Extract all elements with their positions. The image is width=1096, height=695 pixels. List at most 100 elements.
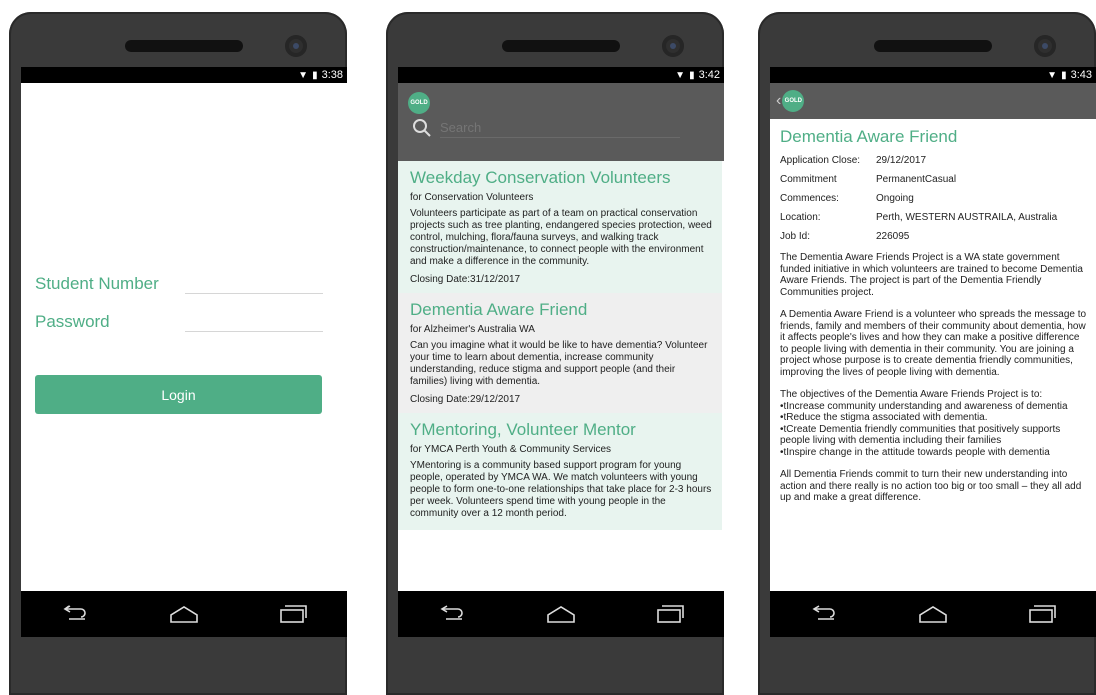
- status-time: 3:38: [321, 69, 343, 81]
- recents-nav-button[interactable]: [263, 599, 323, 629]
- listing-description: Volunteers participate as part of a team…: [410, 208, 712, 267]
- back-nav-button[interactable]: [45, 599, 105, 629]
- field-label: Commences:: [780, 193, 839, 204]
- app-bar: ‹ GOLD: [770, 83, 1096, 119]
- listing-description: Can you imagine what it would be like to…: [410, 340, 708, 387]
- system-nav-bar: [21, 591, 347, 637]
- detail-paragraph: A Dementia Aware Friend is a volunteer w…: [780, 309, 1087, 378]
- app-bar: GOLD: [398, 83, 724, 161]
- listing-org: for YMCA Perth Youth & Community Service…: [410, 444, 612, 455]
- field-value: 29/12/2017: [876, 155, 927, 166]
- objective-bullet: •tCreate Dementia friendly communities t…: [780, 423, 1061, 447]
- search-input[interactable]: [440, 118, 680, 138]
- password-label: Password: [35, 312, 110, 331]
- wifi-icon: ▼: [675, 69, 686, 81]
- phone-listing: ▼ ▮ 3:42 GOLD Weekday Conservation Volun…: [386, 12, 724, 695]
- field-value: 226095: [876, 231, 910, 242]
- status-bar: ▼ ▮ 3:38: [21, 67, 347, 83]
- back-nav-button[interactable]: [794, 599, 854, 629]
- recents-nav-button[interactable]: [640, 599, 700, 629]
- system-nav-bar: [770, 591, 1096, 637]
- back-arrow-icon: [63, 605, 87, 620]
- detail-screen: ▼ ▮ 3:43 ‹ GOLD Dementia Aware Friend Ap…: [770, 67, 1096, 594]
- field-label: Application Close:: [780, 155, 861, 166]
- back-arrow-icon: [812, 605, 836, 620]
- camera-icon: [662, 35, 684, 57]
- list-item[interactable]: YMentoring, Volunteer Mentor for YMCA Pe…: [398, 413, 722, 530]
- system-nav-bar: [398, 591, 724, 637]
- student-number-input[interactable]: [185, 273, 323, 294]
- login-button[interactable]: Login: [35, 375, 322, 414]
- detail-field: Location: Perth, WESTERN AUSTRAILA, Aust…: [780, 208, 1090, 227]
- battery-icon: ▮: [689, 69, 695, 81]
- recents-icon: [1028, 605, 1056, 623]
- detail-content: Dementia Aware Friend Application Close:…: [770, 119, 1096, 504]
- list-item[interactable]: Dementia Aware Friend for Alzheimer's Au…: [398, 293, 722, 413]
- recents-icon: [656, 605, 684, 623]
- app-logo[interactable]: GOLD: [782, 90, 805, 112]
- camera-icon: [1034, 35, 1056, 57]
- status-bar: ▼ ▮ 3:42: [398, 67, 724, 83]
- login-screen: ▼ ▮ 3:38 Student Number Password Login: [21, 67, 347, 594]
- listing-description: YMentoring is a community based support …: [410, 460, 712, 519]
- detail-paragraph: The Dementia Aware Friends Project is a …: [780, 252, 1083, 298]
- student-number-label: Student Number: [35, 274, 159, 293]
- field-value: Ongoing: [876, 193, 914, 204]
- student-number-row: Student Number: [35, 273, 323, 294]
- list-item[interactable]: Weekday Conservation Volunteers for Cons…: [398, 161, 722, 293]
- field-label: Commitment: [780, 174, 837, 185]
- detail-field: Commences: Ongoing: [780, 189, 1090, 208]
- phone-speaker: [502, 40, 620, 52]
- listing-org: for Conservation Volunteers: [410, 192, 534, 203]
- camera-icon: [285, 35, 307, 57]
- detail-field: Job Id: 226095: [780, 227, 1090, 246]
- back-arrow-icon: [440, 605, 464, 620]
- phone-speaker: [125, 40, 243, 52]
- search-icon[interactable]: [412, 118, 432, 138]
- objectives-intro: The objectives of the Dementia Aware Fri…: [780, 389, 1043, 400]
- recents-nav-button[interactable]: [1012, 599, 1072, 629]
- field-value: PermanentCasual: [876, 174, 957, 185]
- home-nav-button[interactable]: [531, 599, 591, 629]
- phone-detail: ▼ ▮ 3:43 ‹ GOLD Dementia Aware Friend Ap…: [758, 12, 1096, 695]
- status-time: 3:42: [698, 69, 720, 81]
- battery-icon: ▮: [1061, 69, 1067, 81]
- app-logo: GOLD: [408, 92, 430, 114]
- listing-screen: ▼ ▮ 3:42 GOLD Weekday Conservation Volun…: [398, 67, 724, 594]
- detail-field: Application Close: 29/12/2017: [780, 151, 1090, 170]
- recents-icon: [279, 605, 307, 623]
- listing-title: Weekday Conservation Volunteers: [410, 168, 671, 187]
- back-nav-button[interactable]: [422, 599, 482, 629]
- phone-speaker: [874, 40, 992, 52]
- home-nav-button[interactable]: [903, 599, 963, 629]
- status-time: 3:43: [1070, 69, 1092, 81]
- objective-bullet: •tIncrease community understanding and a…: [780, 400, 1068, 412]
- detail-field: Commitment PermanentCasual: [780, 170, 1090, 189]
- password-row: Password: [35, 311, 323, 332]
- phone-login: ▼ ▮ 3:38 Student Number Password Login: [9, 12, 347, 695]
- listing-title: Dementia Aware Friend: [410, 300, 588, 319]
- field-label: Location:: [780, 212, 821, 223]
- field-label: Job Id:: [780, 231, 811, 242]
- status-bar: ▼ ▮ 3:43: [770, 67, 1096, 83]
- objectives-section: The objectives of the Dementia Aware Fri…: [780, 389, 1090, 458]
- detail-title: Dementia Aware Friend: [780, 127, 958, 146]
- wifi-icon: ▼: [1047, 69, 1058, 81]
- detail-paragraph: All Dementia Friends commit to turn thei…: [780, 469, 1082, 503]
- listing-closing-date: Closing Date:31/12/2017: [410, 274, 521, 285]
- listing-org: for Alzheimer's Australia WA: [410, 324, 535, 335]
- objective-bullet: •tInspire change in the attitude towards…: [780, 446, 1050, 458]
- wifi-icon: ▼: [298, 69, 309, 81]
- home-nav-button[interactable]: [154, 599, 214, 629]
- field-value: Perth, WESTERN AUSTRAILA, Australia: [876, 212, 1058, 223]
- listing-title: YMentoring, Volunteer Mentor: [410, 420, 636, 439]
- objective-bullet: •tReduce the stigma associated with deme…: [780, 412, 988, 423]
- back-chevron-icon[interactable]: ‹: [776, 92, 781, 110]
- home-icon: [547, 606, 575, 623]
- battery-icon: ▮: [312, 69, 318, 81]
- search-bar: [398, 114, 724, 138]
- home-icon: [919, 606, 947, 623]
- password-input[interactable]: [185, 311, 323, 332]
- home-icon: [170, 606, 198, 623]
- listing-closing-date: Closing Date:29/12/2017: [410, 394, 521, 405]
